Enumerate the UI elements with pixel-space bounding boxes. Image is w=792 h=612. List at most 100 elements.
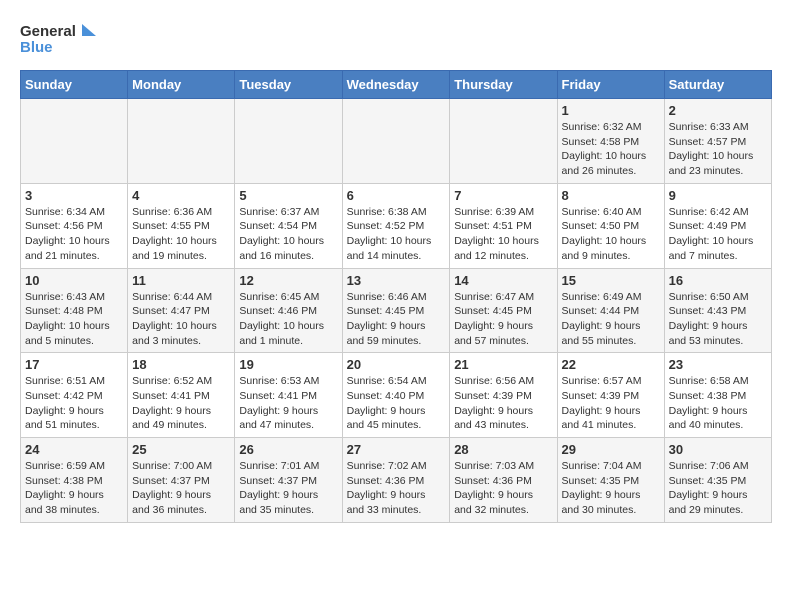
- calendar-week-row: 3 Sunrise: 6:34 AM Sunset: 4:56 PM Daylig…: [21, 183, 772, 268]
- calendar-cell: [21, 99, 128, 184]
- day-info: Sunrise: 6:46 AM Sunset: 4:45 PM Dayligh…: [347, 290, 446, 349]
- day-number: 18: [132, 357, 230, 372]
- calendar-week-row: 24 Sunrise: 6:59 AM Sunset: 4:38 PM Dayli…: [21, 438, 772, 523]
- day-number: 14: [454, 273, 552, 288]
- day-info: Sunrise: 6:53 AM Sunset: 4:41 PM Dayligh…: [239, 374, 337, 433]
- day-number: 12: [239, 273, 337, 288]
- calendar-cell: 10 Sunrise: 6:43 AM Sunset: 4:48 PM Dayli…: [21, 268, 128, 353]
- calendar-cell: 16Sunrise: 6:50 AM Sunset: 4:43 PM Dayli…: [664, 268, 771, 353]
- day-number: 28: [454, 442, 552, 457]
- weekday-header: Thursday: [450, 71, 557, 99]
- day-number: 23: [669, 357, 767, 372]
- day-number: 2: [669, 103, 767, 118]
- calendar-body: 1 Sunrise: 6:32 AM Sunset: 4:58 PM Daylig…: [21, 99, 772, 523]
- day-number: 8: [562, 188, 660, 203]
- day-info: Sunrise: 6:49 AM Sunset: 4:44 PM Dayligh…: [562, 290, 660, 349]
- day-number: 6: [347, 188, 446, 203]
- day-number: 26: [239, 442, 337, 457]
- day-info: Sunrise: 6:44 AM Sunset: 4:47 PM Dayligh…: [132, 290, 230, 349]
- day-number: 17: [25, 357, 123, 372]
- calendar-cell: [450, 99, 557, 184]
- day-number: 11: [132, 273, 230, 288]
- weekday-header: Sunday: [21, 71, 128, 99]
- day-info: Sunrise: 7:03 AM Sunset: 4:36 PM Dayligh…: [454, 459, 552, 518]
- svg-text:General: General: [20, 23, 76, 40]
- calendar-cell: 23 Sunrise: 6:58 AM Sunset: 4:38 PM Dayli…: [664, 353, 771, 438]
- day-info: Sunrise: 6:32 AM Sunset: 4:58 PM Dayligh…: [562, 120, 660, 179]
- day-info: Sunrise: 6:40 AM Sunset: 4:50 PM Dayligh…: [562, 205, 660, 264]
- calendar-cell: 6 Sunrise: 6:38 AM Sunset: 4:52 PM Daylig…: [342, 183, 450, 268]
- calendar-cell: 5 Sunrise: 6:37 AM Sunset: 4:54 PM Daylig…: [235, 183, 342, 268]
- calendar-cell: 2 Sunrise: 6:33 AM Sunset: 4:57 PM Daylig…: [664, 99, 771, 184]
- svg-text:Blue: Blue: [20, 39, 53, 56]
- calendar-cell: 28 Sunrise: 7:03 AM Sunset: 4:36 PM Dayli…: [450, 438, 557, 523]
- day-info: Sunrise: 7:06 AM Sunset: 4:35 PM Dayligh…: [669, 459, 767, 518]
- day-number: 7: [454, 188, 552, 203]
- calendar-week-row: 1 Sunrise: 6:32 AM Sunset: 4:58 PM Daylig…: [21, 99, 772, 184]
- header: GeneralBlue: [20, 20, 772, 60]
- day-number: 19: [239, 357, 337, 372]
- calendar-cell: 11 Sunrise: 6:44 AM Sunset: 4:47 PM Dayli…: [128, 268, 235, 353]
- day-number: 16: [669, 273, 767, 288]
- day-info: Sunrise: 6:39 AM Sunset: 4:51 PM Dayligh…: [454, 205, 552, 264]
- day-info: Sunrise: 6:58 AM Sunset: 4:38 PM Dayligh…: [669, 374, 767, 433]
- day-number: 4: [132, 188, 230, 203]
- day-info: Sunrise: 6:37 AM Sunset: 4:54 PM Dayligh…: [239, 205, 337, 264]
- weekday-header: Tuesday: [235, 71, 342, 99]
- calendar-cell: [342, 99, 450, 184]
- calendar-cell: 14 Sunrise: 6:47 AM Sunset: 4:45 PM Dayli…: [450, 268, 557, 353]
- day-info: Sunrise: 6:57 AM Sunset: 4:39 PM Dayligh…: [562, 374, 660, 433]
- day-info: Sunrise: 6:59 AM Sunset: 4:38 PM Dayligh…: [25, 459, 123, 518]
- day-number: 1: [562, 103, 660, 118]
- logo-svg: GeneralBlue: [20, 20, 100, 60]
- weekday-header: Monday: [128, 71, 235, 99]
- calendar-cell: 13 Sunrise: 6:46 AM Sunset: 4:45 PM Dayli…: [342, 268, 450, 353]
- day-number: 10: [25, 273, 123, 288]
- day-info: Sunrise: 6:34 AM Sunset: 4:56 PM Dayligh…: [25, 205, 123, 264]
- calendar-cell: [128, 99, 235, 184]
- day-info: Sunrise: 6:33 AM Sunset: 4:57 PM Dayligh…: [669, 120, 767, 179]
- day-number: 27: [347, 442, 446, 457]
- calendar-cell: 8 Sunrise: 6:40 AM Sunset: 4:50 PM Daylig…: [557, 183, 664, 268]
- calendar-week-row: 17Sunrise: 6:51 AM Sunset: 4:42 PM Dayli…: [21, 353, 772, 438]
- day-info: Sunrise: 6:52 AM Sunset: 4:41 PM Dayligh…: [132, 374, 230, 433]
- calendar-cell: 7 Sunrise: 6:39 AM Sunset: 4:51 PM Daylig…: [450, 183, 557, 268]
- calendar-cell: 12Sunrise: 6:45 AM Sunset: 4:46 PM Dayli…: [235, 268, 342, 353]
- calendar-cell: 17Sunrise: 6:51 AM Sunset: 4:42 PM Dayli…: [21, 353, 128, 438]
- calendar-cell: 22Sunrise: 6:57 AM Sunset: 4:39 PM Dayli…: [557, 353, 664, 438]
- day-info: Sunrise: 6:38 AM Sunset: 4:52 PM Dayligh…: [347, 205, 446, 264]
- day-number: 13: [347, 273, 446, 288]
- day-info: Sunrise: 6:47 AM Sunset: 4:45 PM Dayligh…: [454, 290, 552, 349]
- calendar-cell: 24 Sunrise: 6:59 AM Sunset: 4:38 PM Dayli…: [21, 438, 128, 523]
- day-number: 24: [25, 442, 123, 457]
- calendar-cell: 25Sunrise: 7:00 AM Sunset: 4:37 PM Dayli…: [128, 438, 235, 523]
- calendar-cell: 15 Sunrise: 6:49 AM Sunset: 4:44 PM Dayli…: [557, 268, 664, 353]
- day-info: Sunrise: 6:36 AM Sunset: 4:55 PM Dayligh…: [132, 205, 230, 264]
- calendar-cell: 4 Sunrise: 6:36 AM Sunset: 4:55 PM Daylig…: [128, 183, 235, 268]
- day-number: 3: [25, 188, 123, 203]
- weekday-header: Friday: [557, 71, 664, 99]
- calendar-cell: [235, 99, 342, 184]
- calendar-header-row: SundayMondayTuesdayWednesdayThursdayFrid…: [21, 71, 772, 99]
- calendar-cell: 18 Sunrise: 6:52 AM Sunset: 4:41 PM Dayli…: [128, 353, 235, 438]
- calendar-cell: 21 Sunrise: 6:56 AM Sunset: 4:39 PM Dayli…: [450, 353, 557, 438]
- logo: GeneralBlue: [20, 20, 100, 60]
- day-info: Sunrise: 7:01 AM Sunset: 4:37 PM Dayligh…: [239, 459, 337, 518]
- weekday-header: Wednesday: [342, 71, 450, 99]
- calendar-cell: 30Sunrise: 7:06 AM Sunset: 4:35 PM Dayli…: [664, 438, 771, 523]
- calendar-cell: 27Sunrise: 7:02 AM Sunset: 4:36 PM Dayli…: [342, 438, 450, 523]
- day-number: 5: [239, 188, 337, 203]
- day-number: 15: [562, 273, 660, 288]
- day-info: Sunrise: 6:56 AM Sunset: 4:39 PM Dayligh…: [454, 374, 552, 433]
- day-number: 29: [562, 442, 660, 457]
- day-info: Sunrise: 6:42 AM Sunset: 4:49 PM Dayligh…: [669, 205, 767, 264]
- day-info: Sunrise: 6:43 AM Sunset: 4:48 PM Dayligh…: [25, 290, 123, 349]
- calendar-cell: 20Sunrise: 6:54 AM Sunset: 4:40 PM Dayli…: [342, 353, 450, 438]
- calendar-cell: 1 Sunrise: 6:32 AM Sunset: 4:58 PM Daylig…: [557, 99, 664, 184]
- calendar-cell: 3 Sunrise: 6:34 AM Sunset: 4:56 PM Daylig…: [21, 183, 128, 268]
- day-info: Sunrise: 6:54 AM Sunset: 4:40 PM Dayligh…: [347, 374, 446, 433]
- calendar-cell: 26 Sunrise: 7:01 AM Sunset: 4:37 PM Dayli…: [235, 438, 342, 523]
- day-number: 21: [454, 357, 552, 372]
- calendar-cell: 29Sunrise: 7:04 AM Sunset: 4:35 PM Dayli…: [557, 438, 664, 523]
- weekday-header: Saturday: [664, 71, 771, 99]
